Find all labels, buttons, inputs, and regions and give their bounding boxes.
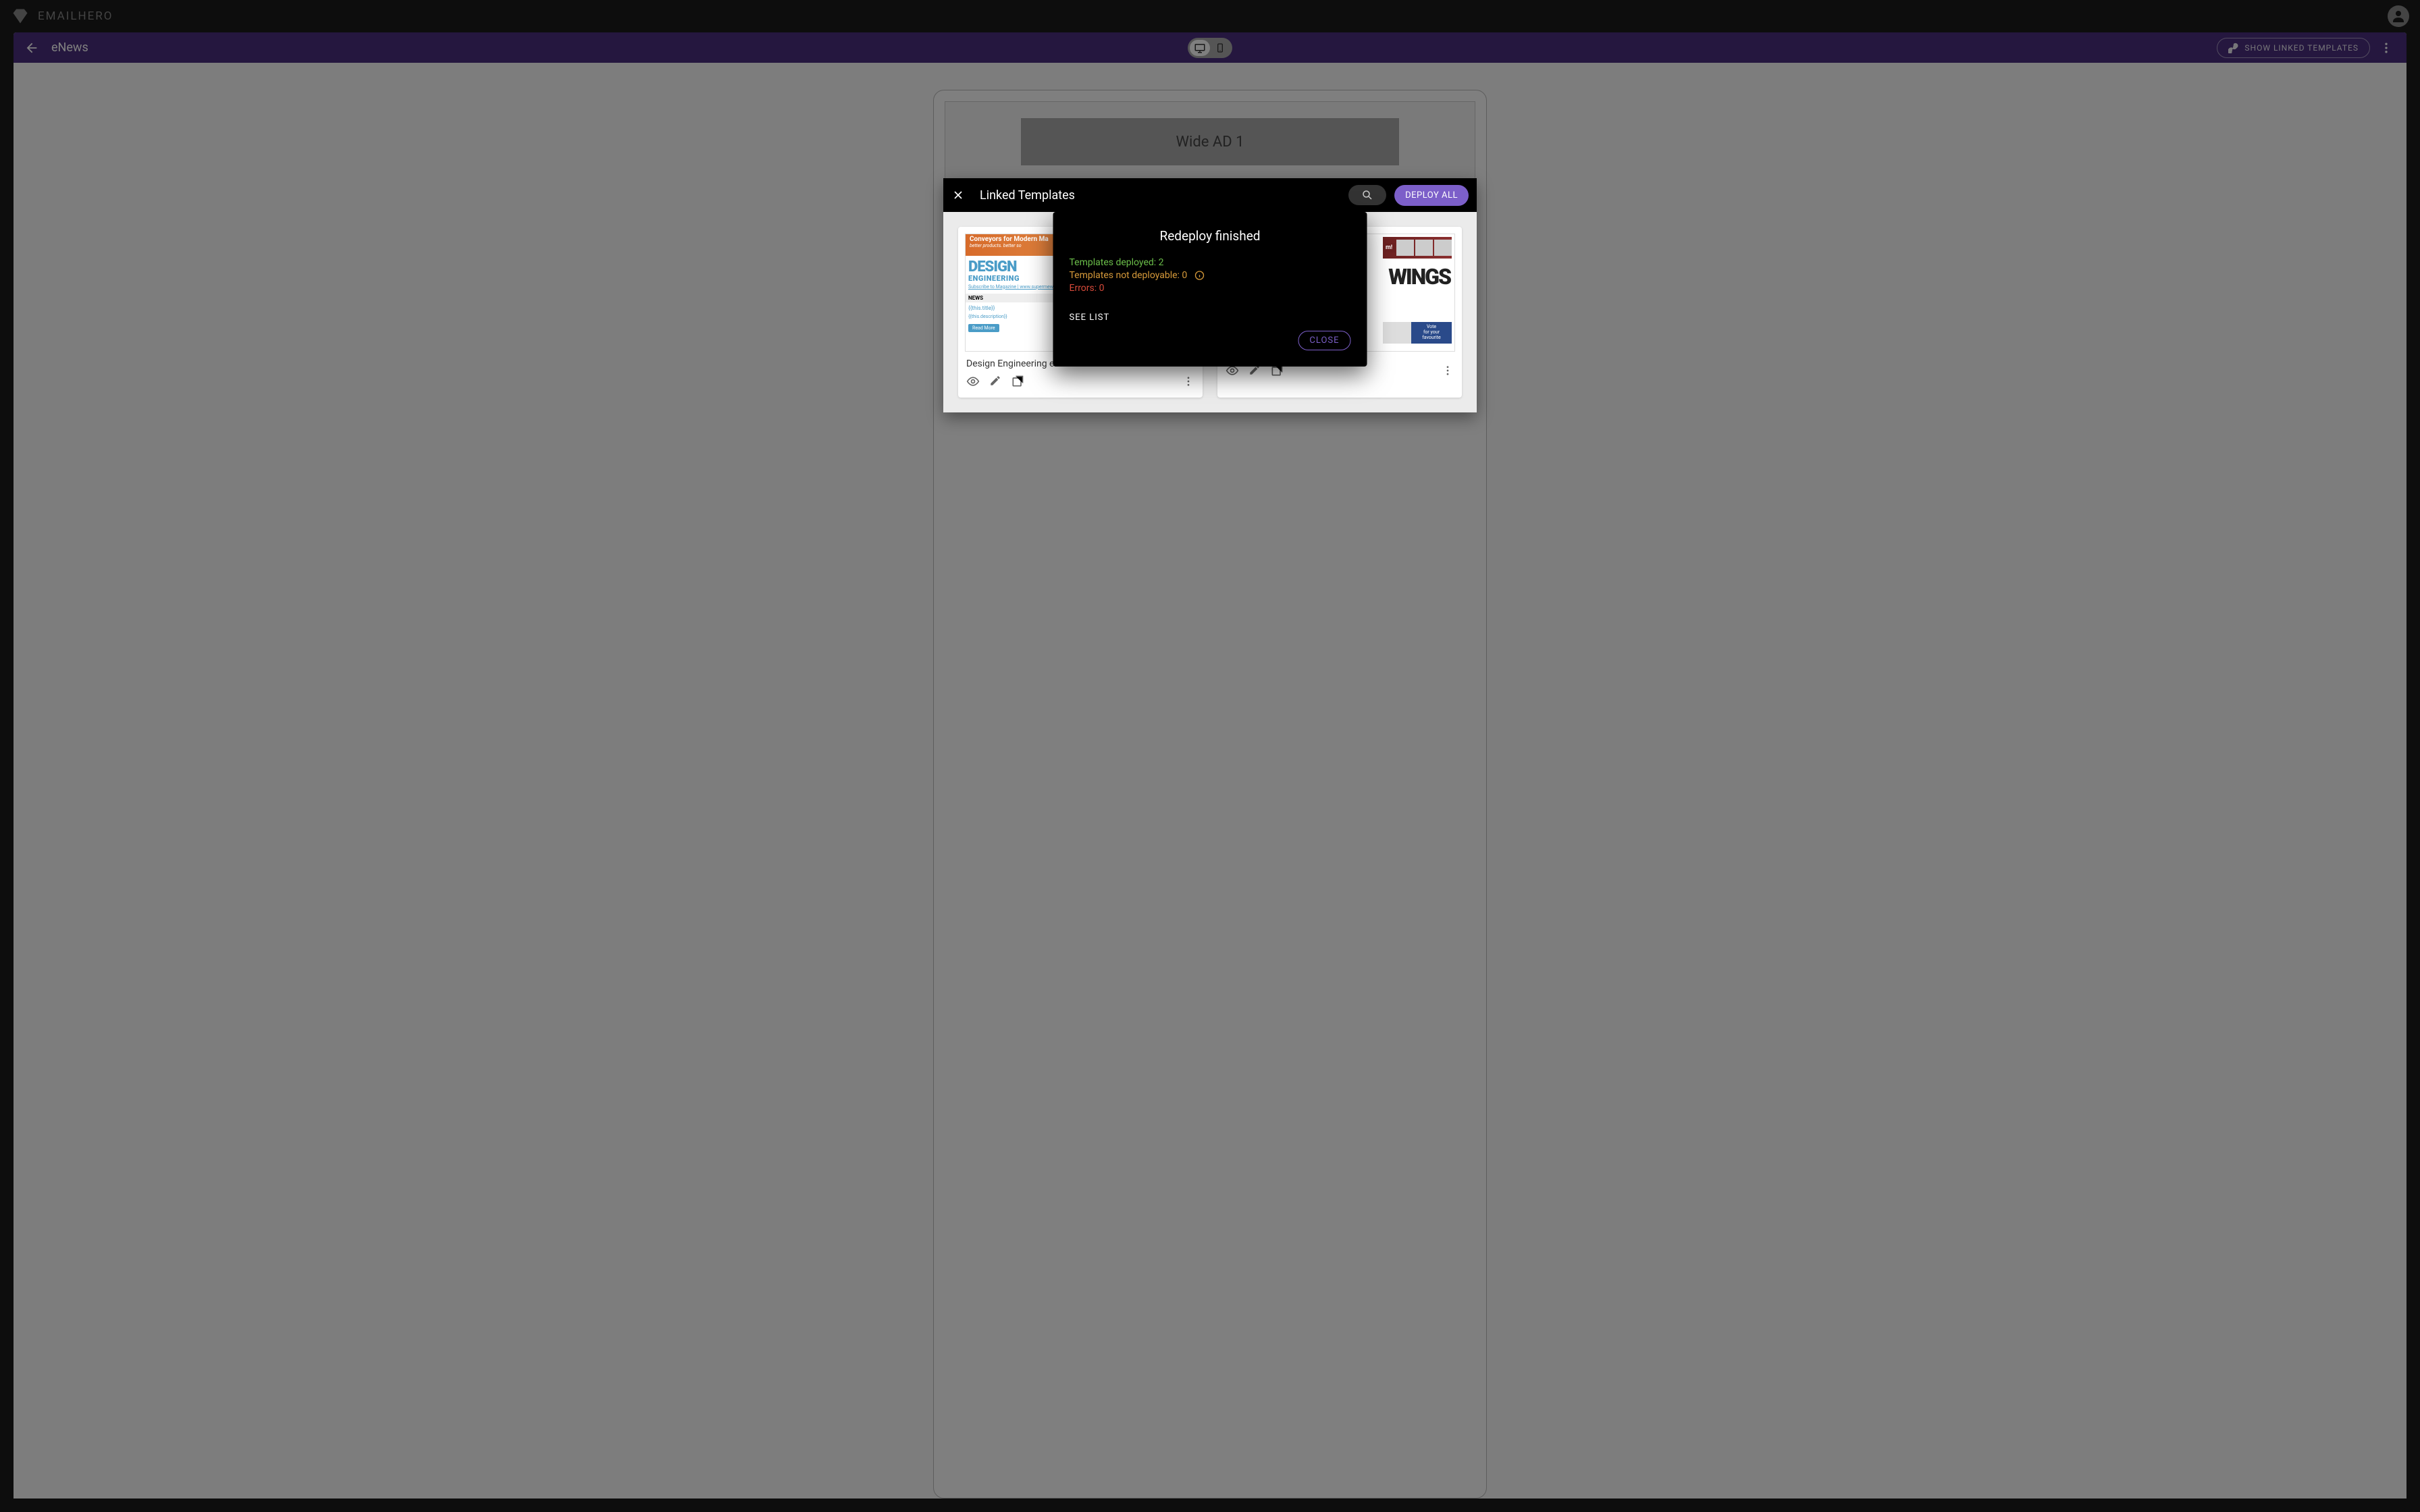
more-vert-icon[interactable] — [1442, 364, 1454, 377]
close-icon[interactable] — [951, 188, 965, 202]
thumb-vote: Vote for your favourite — [1411, 322, 1452, 344]
search-icon — [1361, 189, 1373, 201]
info-icon[interactable] — [1194, 270, 1205, 281]
linked-templates-header: Linked Templates DEPLOY ALL — [943, 178, 1477, 212]
status-deployed: Templates deployed: 2 — [1070, 257, 1351, 268]
app-root: EMAILHERO eNews — [0, 0, 2420, 1512]
status-errors: Errors: 0 — [1070, 283, 1351, 294]
thumb-banner-title: Conveyors for Modern Ma — [970, 236, 1049, 243]
status-not-deployable: Templates not deployable: 0 — [1070, 270, 1351, 281]
thumb-tag: Read More — [968, 324, 999, 332]
redeploy-finished-modal: Redeploy finished Templates deployed: 2 … — [1053, 212, 1367, 367]
open-icon[interactable] — [1011, 375, 1024, 388]
see-list-button[interactable]: SEE LIST — [1070, 313, 1351, 323]
close-button[interactable]: CLOSE — [1298, 331, 1350, 350]
thumb-wings: WINGS — [1383, 259, 1452, 295]
more-vert-icon[interactable] — [1182, 375, 1194, 387]
redeploy-title: Redeploy finished — [1070, 228, 1351, 244]
thumb-header-label: m! — [1383, 243, 1395, 252]
thumb-banner-sub: better products. better so — [970, 243, 1022, 248]
linked-templates-title: Linked Templates — [980, 188, 1075, 202]
search-button[interactable] — [1348, 185, 1386, 205]
deploy-all-button[interactable]: DEPLOY ALL — [1394, 185, 1469, 206]
template-actions — [965, 372, 1196, 391]
eye-icon[interactable] — [966, 375, 980, 388]
edit-icon[interactable] — [989, 375, 1001, 388]
